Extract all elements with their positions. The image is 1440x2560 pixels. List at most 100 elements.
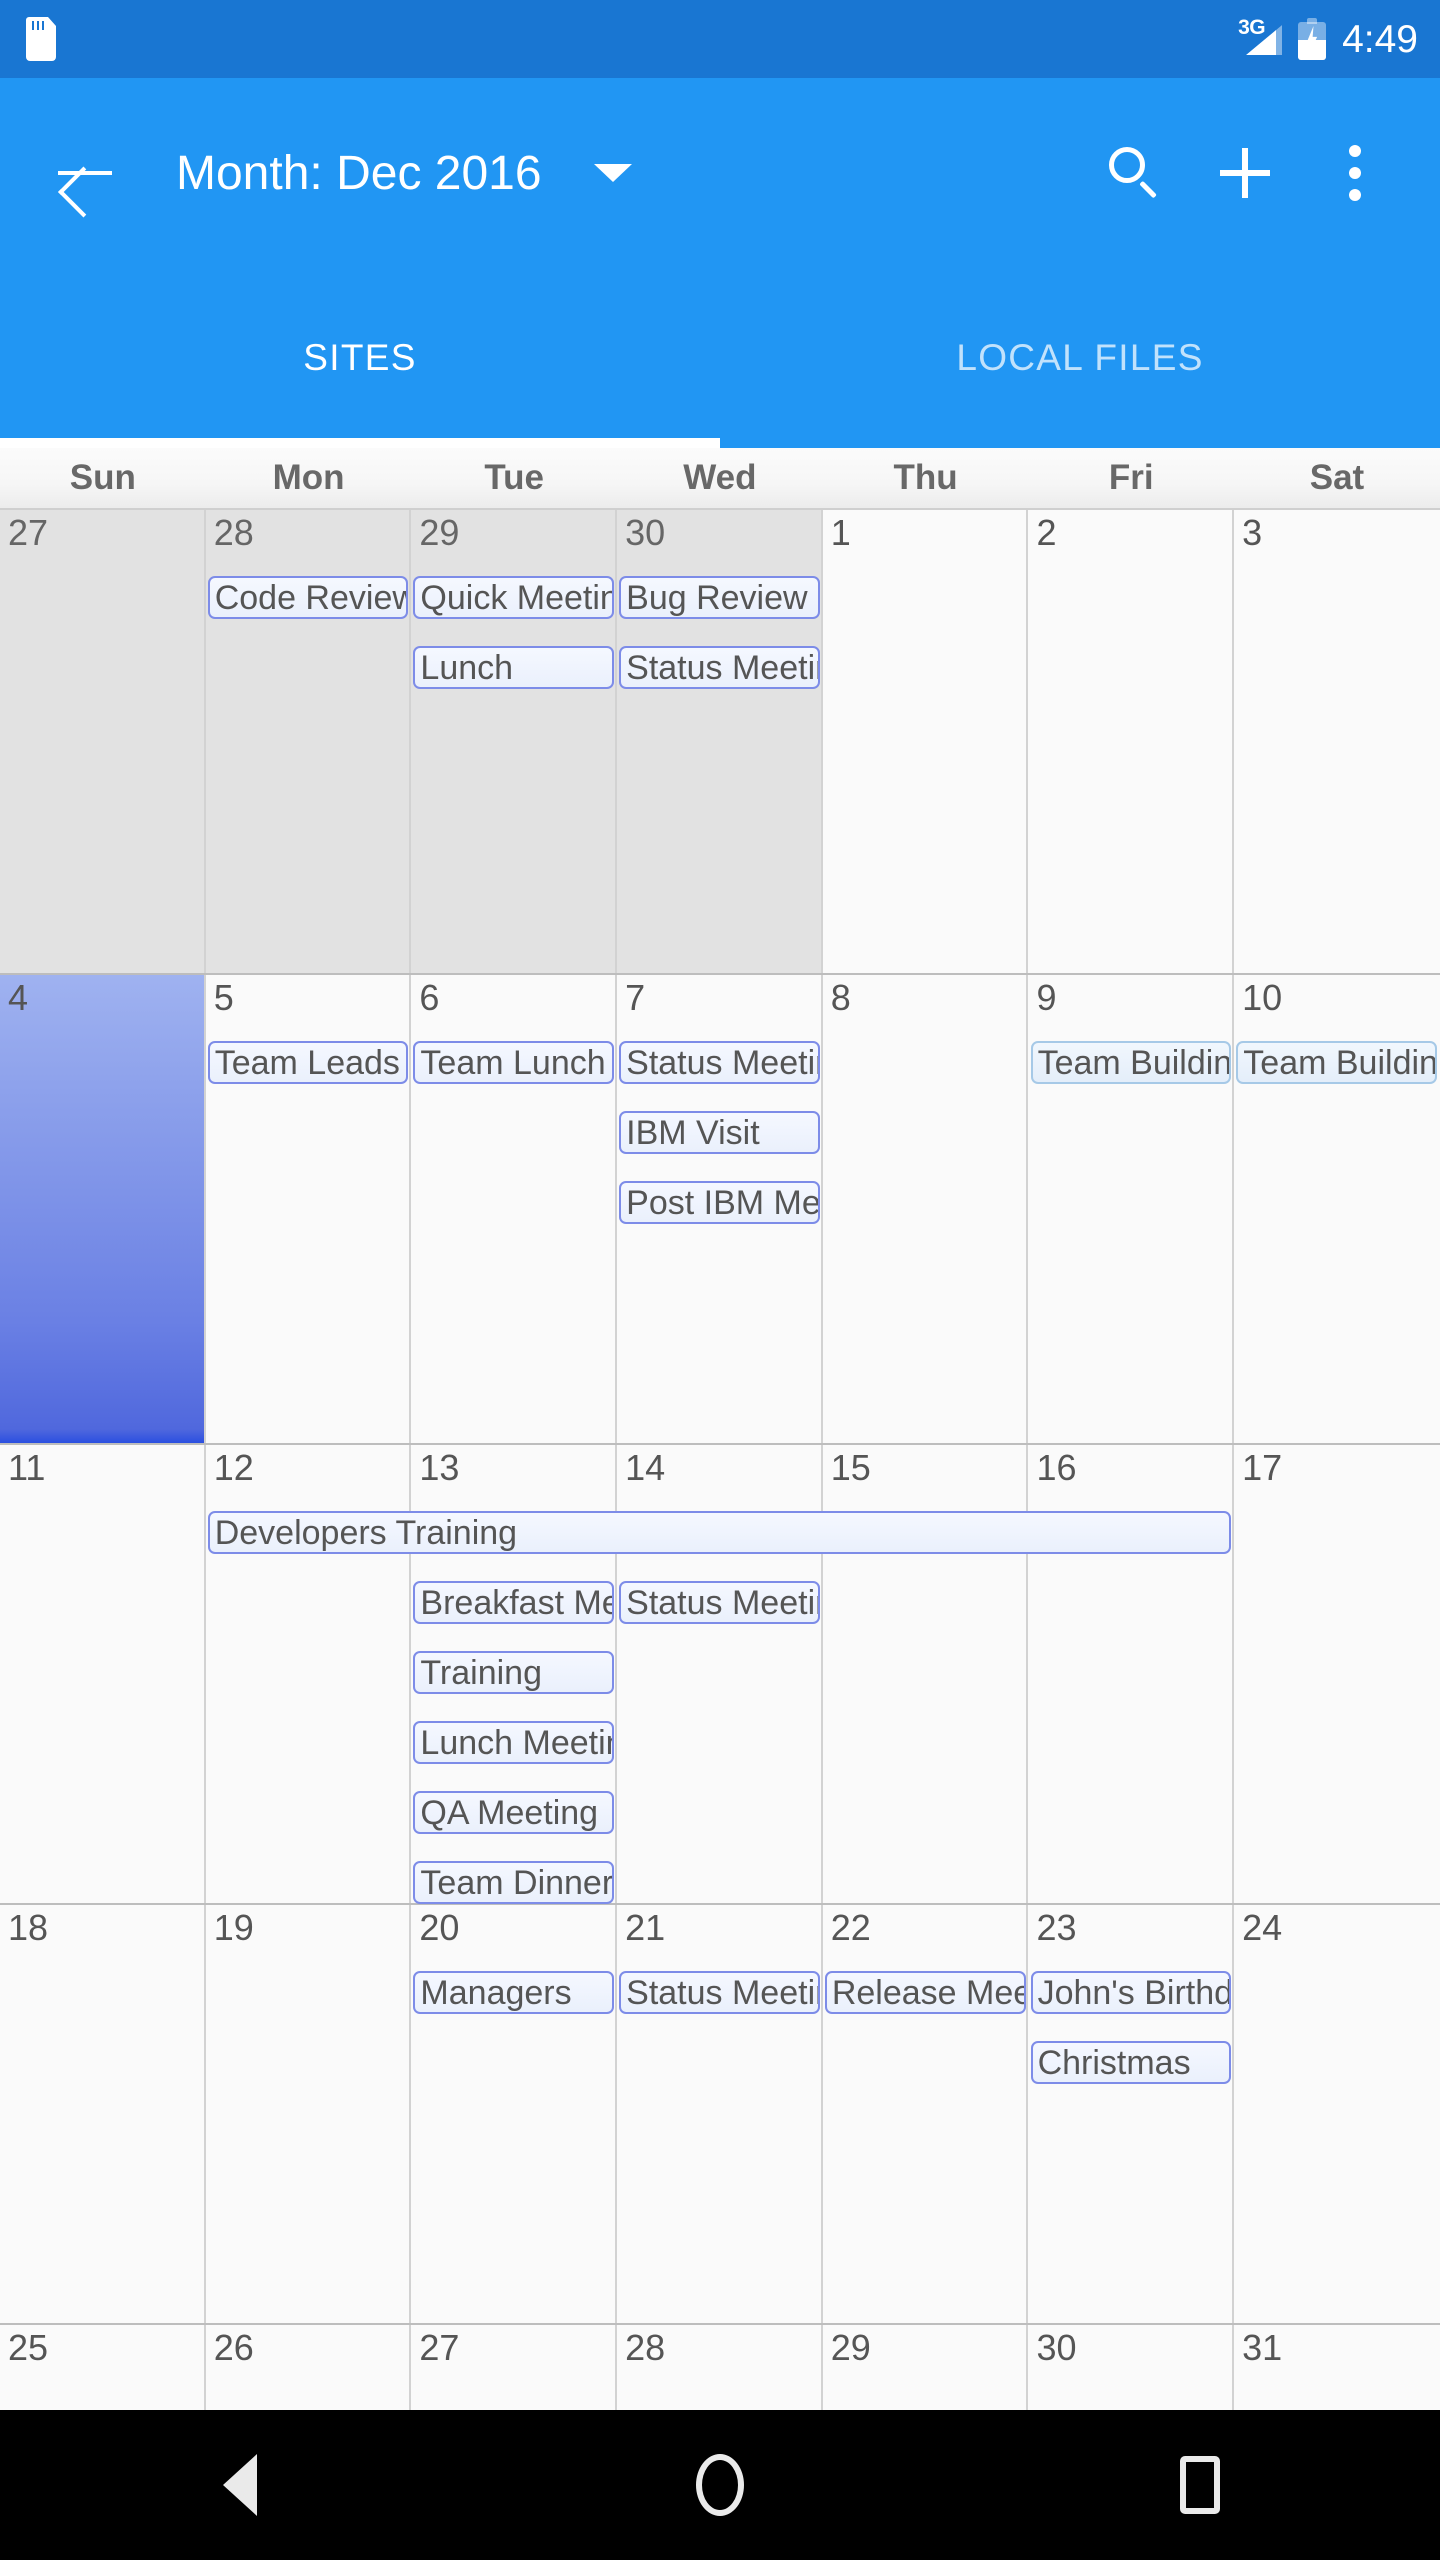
week-row: 25 26 27 28 29 30 31 [0,2325,1440,2410]
day-number: 1 [830,512,851,553]
day-number: 2 [1036,512,1057,553]
week-row: 4 5 6 7 8 9 10 Team Leads MeetingTeam LunchStat… [0,975,1440,1445]
event-chip[interactable]: Christmas [1030,2041,1232,2084]
event-chip[interactable]: Lunch [413,646,615,689]
day-cell-30[interactable]: 30 [1028,2325,1235,2410]
day-number: 28 [625,2327,666,2368]
event-chip[interactable]: Quick Meeting [413,576,615,619]
day-cell-27[interactable]: 27 [411,2325,618,2410]
day-number: 6 [419,977,440,1018]
event-chip[interactable]: IBM Visit [619,1111,820,1154]
day-number: 18 [8,1907,49,1948]
plus-icon [1220,148,1270,198]
day-number: 7 [625,977,646,1018]
month-grid[interactable]: 27282930123Code ReviewQuick MeetingBug R… [0,510,1440,2410]
weekday-header-sat: Sat [1309,458,1365,497]
event-chip[interactable]: Status Meeting [619,1581,820,1624]
day-cell-28[interactable]: 28 [617,2325,823,2410]
weekday-header-row: Sun Mon Tue Wed Thu Fri Sat [0,448,1440,510]
day-cell-21[interactable]: 21 [617,1905,823,2323]
event-chip[interactable]: Team Lunch [413,1041,615,1084]
day-number: 16 [1036,1447,1077,1488]
day-number: 13 [419,1447,460,1488]
event-chip[interactable]: Lunch Meeting [413,1721,615,1764]
event-chip[interactable]: Team Building [1236,1041,1437,1084]
event-chip[interactable]: Breakfast Meeting [413,1581,615,1624]
day-cell-24[interactable]: 24 [1234,1905,1440,2323]
day-cell-29[interactable]: 29 [822,2325,1029,2410]
event-chip[interactable]: Status Meeting [619,646,820,689]
search-icon [1109,147,1161,199]
tab-sites[interactable]: SITES [0,268,720,448]
event-chip[interactable]: Team Building [1030,1041,1232,1084]
event-chip[interactable]: Team Leads Meeting [207,1041,409,1084]
event-chip[interactable]: Managers [413,1971,615,2014]
tab-bar: SITES LOCAL FILES [0,268,1440,448]
overflow-menu-button[interactable] [1300,118,1410,228]
day-number: 20 [419,1907,460,1948]
day-cell-19[interactable]: 19 [205,1905,412,2323]
weekday-header-sun: Sun [69,458,136,497]
weekday-header-thu: Thu [893,458,958,497]
android-nav-bar [0,2410,1440,2560]
day-number: 5 [213,977,234,1018]
day-number: 30 [625,512,666,553]
nav-home-button[interactable] [610,2410,830,2560]
day-number: 19 [213,1907,254,1948]
event-chip[interactable]: John's Birthday [1030,1971,1232,2014]
nav-recents-button[interactable] [1090,2410,1310,2560]
day-cell-27[interactable]: 27 [0,510,206,973]
day-cell-18[interactable]: 18 [0,1905,206,2323]
day-cell-2[interactable]: 2 [1028,510,1235,973]
sd-card-icon [26,17,56,61]
event-chip[interactable]: Status Meeting [619,1041,820,1084]
day-number: 24 [1242,1907,1283,1948]
event-chip[interactable]: Release Meeting [824,1971,1026,2014]
chevron-down-icon[interactable] [593,164,632,182]
day-cell-11[interactable]: 11 [0,1445,206,1903]
event-chip[interactable]: Bug Review [619,576,820,619]
tab-local-files[interactable]: LOCAL FILES [720,268,1440,448]
weekday-header-mon: Mon [272,458,345,497]
add-button[interactable] [1190,118,1300,228]
day-number: 29 [830,2327,871,2368]
weekday-header-fri: Fri [1108,458,1154,497]
app-bar-actions [1080,118,1410,228]
day-cell-8[interactable]: 8 [822,975,1029,1443]
day-cell-23[interactable]: 23 [1028,1905,1235,2323]
event-chip[interactable]: QA Meeting [413,1791,615,1834]
event-chip[interactable]: Developers Training [207,1511,1232,1554]
tab-sites-label: SITES [303,337,417,378]
week-row: 18 19 20 21 22 23 24 ManagersStatus MeetingRele… [0,1905,1440,2325]
day-number: 11 [8,1447,46,1488]
event-chip[interactable]: Training [413,1651,615,1694]
day-number: 9 [1036,977,1057,1018]
day-number: 25 [8,2327,49,2368]
day-cell-31[interactable]: 31 [1234,2325,1440,2410]
day-cell-20[interactable]: 20 [411,1905,618,2323]
event-chip[interactable]: Code Review [207,576,409,619]
day-number: 23 [1036,1907,1077,1948]
event-chip[interactable]: Team Dinner [413,1861,615,1904]
day-number: 22 [830,1907,871,1948]
nav-back-button[interactable] [130,2410,350,2560]
event-chip[interactable]: Post IBM Meeting [619,1181,820,1224]
event-chip[interactable]: Status Meeting [619,1971,820,2014]
search-button[interactable] [1080,118,1190,228]
day-cell-25[interactable]: 25 [0,2325,206,2410]
day-cell-22[interactable]: 22 [822,1905,1029,2323]
day-number: 27 [8,512,49,553]
day-cell-26[interactable]: 26 [205,2325,412,2410]
status-bar-clock: 4:49 [1342,17,1418,61]
more-vertical-icon [1349,145,1361,201]
back-arrow-icon[interactable] [54,142,116,204]
day-cell-1[interactable]: 1 [822,510,1029,973]
day-cell-17[interactable]: 17 [1234,1445,1440,1903]
app-bar: Month: Dec 2016 SITES LOCAL FILES [0,78,1440,448]
day-cell-3[interactable]: 3 [1234,510,1440,973]
day-cell-4[interactable]: 4 [0,975,206,1443]
day-number: 28 [213,512,254,553]
week-cells: 25 26 27 28 29 30 31 [0,2325,1440,2410]
page-title: Month: Dec 2016 [176,146,542,200]
app-bar-top-row: Month: Dec 2016 [0,78,1440,268]
